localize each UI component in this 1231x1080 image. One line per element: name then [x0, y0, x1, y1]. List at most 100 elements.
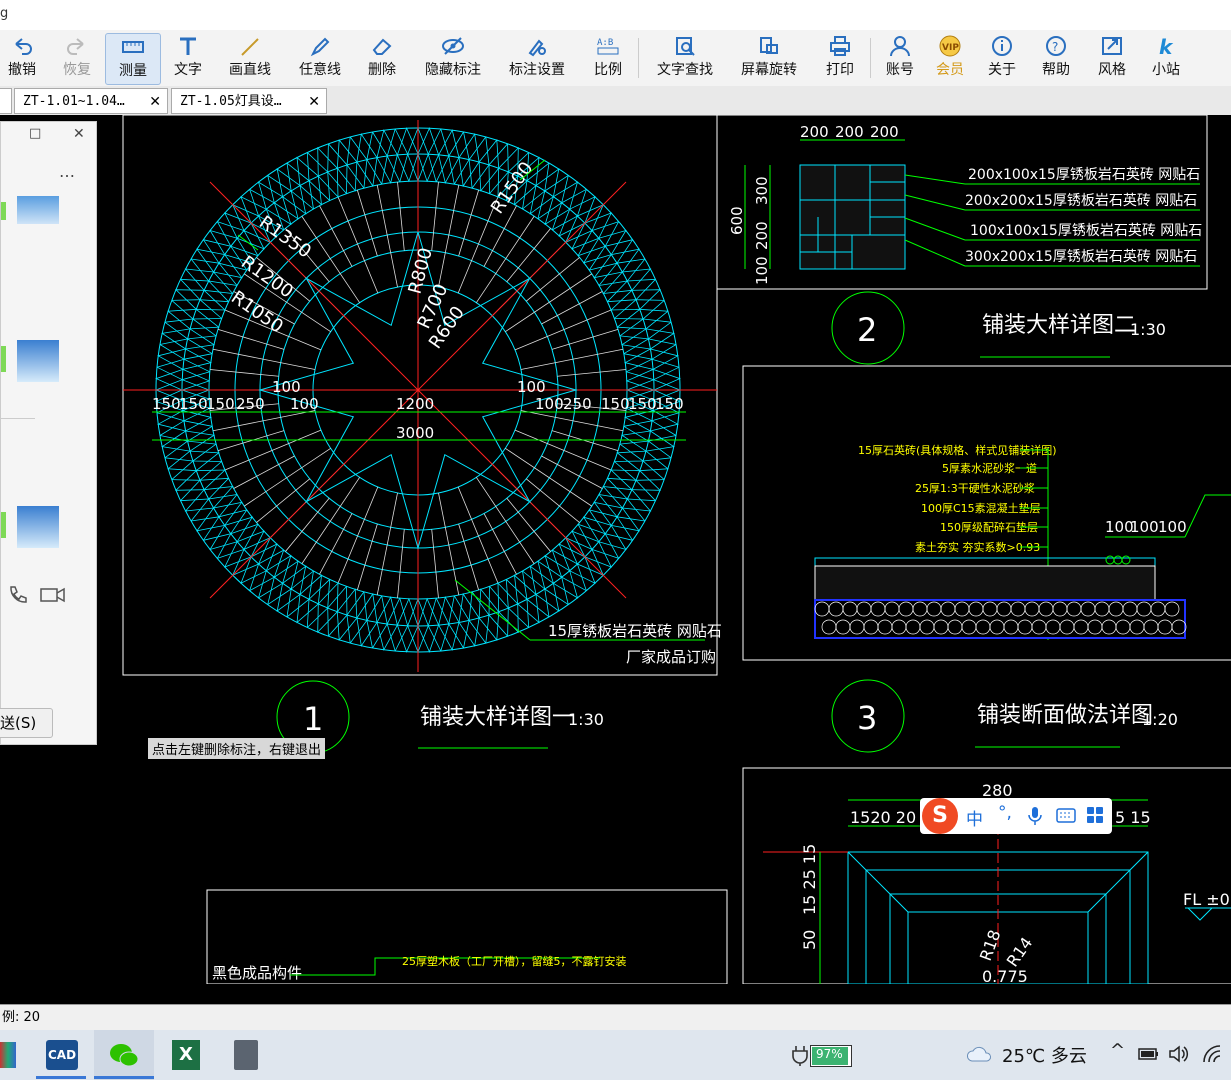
cad-app-icon[interactable]: CAD — [46, 1040, 78, 1070]
svg-text:15 25 15: 15 25 15 — [800, 844, 819, 915]
station-button[interactable]: k 小站 — [1146, 33, 1186, 83]
detail2-title: 铺装大样详图二 — [982, 313, 1136, 338]
hide-annotation-button[interactable]: 隐藏标注 — [420, 33, 486, 83]
more-icon[interactable]: … — [59, 162, 75, 181]
svg-text:200: 200 — [753, 221, 771, 250]
annotation-settings-button[interactable]: 标注设置 — [504, 33, 570, 83]
cloud-weather-icon — [966, 1046, 991, 1062]
chat-window: □ ✕ … 送(S) — [0, 121, 97, 745]
svg-text:FL ±0.: FL ±0. — [1183, 890, 1231, 909]
account-button[interactable]: 账号 — [880, 33, 920, 83]
svg-text:100x100x15厚锈板岩石英砖 网贴石: 100x100x15厚锈板岩石英砖 网贴石 — [970, 222, 1202, 239]
svg-text:250: 250 — [563, 395, 592, 413]
bubble-edge — [1, 512, 6, 538]
dim-r1350: R1350 — [255, 212, 315, 263]
volume-icon[interactable] — [1168, 1044, 1190, 1064]
pen-icon — [294, 33, 346, 59]
screen-rotate-button[interactable]: 屏幕旋转 — [736, 33, 802, 83]
bottom-left-detail: 黑色成品构件 25厚塑木板（工厂开槽），留缝5，不露钉安装 — [212, 954, 627, 982]
ime-punct-toggle[interactable]: °, — [998, 803, 1012, 823]
svg-text:1520 20: 1520 20 — [850, 808, 916, 827]
style-icon — [1092, 33, 1132, 59]
maximize-icon[interactable]: □ — [29, 126, 41, 141]
tab-document-2[interactable]: ZT-1.05灯具设… ✕ — [171, 88, 327, 114]
svg-text:100: 100 — [1130, 518, 1159, 536]
avatar[interactable] — [17, 196, 59, 224]
svg-text:100: 100 — [535, 395, 564, 413]
microphone-icon[interactable] — [1028, 806, 1042, 826]
vip-button[interactable]: VIP 会员 — [930, 33, 970, 83]
measure-button[interactable]: 测量 — [105, 33, 161, 85]
about-button[interactable]: 关于 — [982, 33, 1022, 83]
svg-text:k: k — [1159, 35, 1174, 57]
toolbar: 撤销 恢复 测量 文字 画直线 任意线 删除 隐藏标注 标注设置 A:B 比例 … — [0, 30, 1231, 87]
freehand-line-button[interactable]: 任意线 — [294, 33, 346, 83]
svg-text:300: 300 — [753, 176, 771, 205]
vip-icon: VIP — [930, 33, 970, 59]
redo-icon — [57, 33, 97, 59]
toolbox-icon[interactable] — [1086, 806, 1104, 824]
style-button[interactable]: 风格 — [1092, 33, 1132, 83]
ime-lang-toggle[interactable]: 中 — [966, 805, 983, 830]
info-icon — [982, 33, 1022, 59]
svg-text:1: 1 — [303, 700, 323, 738]
eraser-icon — [362, 33, 402, 59]
svg-text:?: ? — [1052, 40, 1058, 54]
svg-text:25厚塑木板（工厂开槽），留缝5，不露钉安装: 25厚塑木板（工厂开槽），留缝5，不露钉安装 — [402, 954, 627, 968]
svg-text:0.775: 0.775 — [982, 967, 1028, 984]
scale-button[interactable]: A:B 比例 — [588, 33, 628, 83]
calculator-app-icon[interactable] — [234, 1040, 258, 1070]
chevron-up-icon[interactable]: ^ — [1110, 1040, 1125, 1061]
close-icon[interactable]: ✕ — [73, 126, 85, 142]
wifi-icon[interactable] — [1200, 1044, 1224, 1064]
ime-toolbar: S 中 °, — [920, 798, 1112, 834]
phone-icon[interactable] — [7, 584, 29, 604]
close-icon[interactable]: ✕ — [149, 89, 161, 113]
svg-text:100: 100 — [753, 256, 771, 285]
svg-text:1:30: 1:30 — [1130, 320, 1166, 339]
factory-note: 厂家成品订购 — [626, 648, 716, 666]
svg-text:150: 150 — [601, 395, 630, 413]
text-button[interactable]: 文字 — [168, 33, 208, 83]
excel-app-icon[interactable]: X — [172, 1040, 200, 1070]
winrar-app-icon[interactable] — [0, 1042, 16, 1068]
detail2-pattern: 200 200 200 600 300 200 100 200x100x15厚锈板岩… — [728, 123, 1202, 285]
wechat-taskbar-item[interactable] — [94, 1030, 154, 1080]
active-indicator — [36, 1076, 86, 1079]
detail3-section: 15厚石英砖(具体规格、样式见铺装详图) 5厚素水泥砂浆一道 25厚1:3干硬性… — [814, 443, 1231, 640]
avatar[interactable] — [17, 340, 59, 382]
svg-text:150: 150 — [655, 395, 684, 413]
svg-text:200: 200 — [835, 123, 864, 141]
toolbar-divider — [638, 38, 639, 78]
battery-indicator[interactable]: 97% — [810, 1045, 852, 1067]
bubble-edge — [1, 202, 6, 220]
power-plug-icon — [792, 1046, 808, 1066]
keyboard-icon[interactable] — [1056, 808, 1076, 823]
tab-document-1[interactable]: ZT-1.01~1.04… ✕ — [14, 88, 168, 114]
station-icon: k — [1146, 33, 1186, 59]
delete-button[interactable]: 删除 — [362, 33, 402, 83]
weather-text[interactable]: 25℃ 多云 — [1002, 1042, 1087, 1068]
window-title: g — [0, 6, 9, 21]
text-search-button[interactable]: 文字查找 — [652, 33, 718, 83]
drawing-canvas[interactable]: R1500 R1350 R1200 R1050 R800 R700 R600 1… — [0, 115, 1231, 984]
svg-text:200x200x15厚锈板岩石英砖 网贴石: 200x200x15厚锈板岩石英砖 网贴石 — [965, 192, 1197, 209]
annotation-settings-icon — [504, 33, 570, 59]
svg-text:200: 200 — [800, 123, 829, 141]
sogou-logo-icon[interactable]: S — [922, 798, 958, 834]
battery-icon[interactable] — [1138, 1046, 1160, 1062]
undo-button[interactable]: 撤销 — [2, 33, 42, 83]
draw-line-button[interactable]: 画直线 — [224, 33, 276, 83]
redo-button[interactable]: 恢复 — [57, 33, 97, 83]
video-call-icon[interactable] — [39, 586, 67, 604]
svg-text:600: 600 — [728, 206, 746, 235]
tab-partial[interactable] — [0, 88, 12, 114]
close-icon[interactable]: ✕ — [308, 89, 320, 113]
svg-text:R14: R14 — [1003, 934, 1037, 971]
svg-text:100: 100 — [1158, 518, 1187, 536]
send-button[interactable]: 送(S) — [0, 708, 53, 738]
undo-icon — [2, 33, 42, 59]
avatar[interactable] — [17, 506, 59, 548]
print-button[interactable]: 打印 — [820, 33, 860, 83]
help-button[interactable]: ? 帮助 — [1036, 33, 1076, 83]
